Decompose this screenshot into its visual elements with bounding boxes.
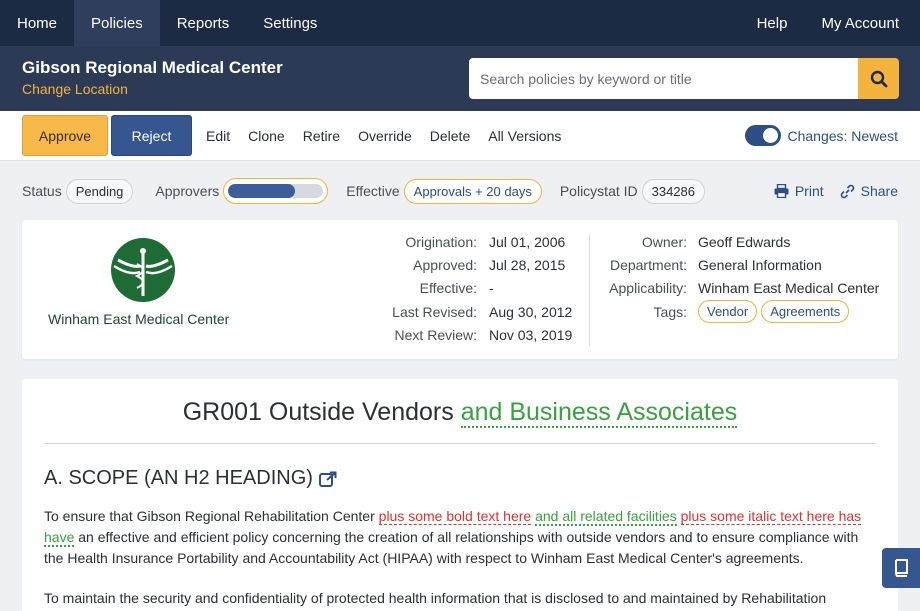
ownership-grid: Owner: Geoff Edwards Department: General I…: [592, 230, 879, 324]
tags-label: Tags:: [653, 303, 687, 320]
printer-icon: [774, 184, 789, 198]
scope-paragraph-2: To maintain the security and confidentia…: [44, 590, 827, 606]
changes-toggle[interactable]: Changes: Newest: [745, 125, 898, 146]
title-divider: [44, 443, 876, 444]
meta-divider: [589, 234, 590, 346]
logo-text: Winham East Medical Center: [48, 311, 230, 327]
next-review-label: Next Review:: [394, 327, 477, 344]
effective-badge[interactable]: Approvals + 20 days: [403, 178, 542, 204]
external-link-icon[interactable]: [318, 471, 337, 487]
nav-settings[interactable]: Settings: [246, 0, 334, 46]
site-header: Gibson Regional Medical Center Change Lo…: [0, 46, 920, 111]
share-link[interactable]: Share: [840, 183, 898, 199]
department-row: Department: General Information: [592, 253, 879, 276]
reject-button[interactable]: Reject: [111, 115, 192, 156]
search-button[interactable]: [858, 58, 899, 99]
status-badge: Pending: [65, 178, 134, 204]
origination-value: Jul 01, 2006: [489, 233, 566, 250]
policystat-label: Policystat ID: [559, 183, 638, 199]
nav-policies[interactable]: Policies: [74, 0, 160, 46]
tags-row: Tags: Vendor Agreements: [592, 300, 879, 324]
search-input[interactable]: [469, 58, 858, 99]
book-icon: [895, 559, 908, 577]
progress-track: [228, 184, 324, 198]
changes-label: Changes: Newest: [787, 127, 898, 144]
approved-value: Jul 28, 2015: [489, 257, 566, 274]
approved-label: Approved:: [413, 257, 477, 274]
applicability-row: Applicability: Winham East Medical Center: [592, 277, 879, 300]
progress-fill: [228, 184, 295, 198]
applicability-label: Applicability:: [609, 280, 687, 297]
tag-vendor[interactable]: Vendor: [698, 300, 758, 324]
next-review-value: Nov 03, 2019: [489, 327, 573, 344]
p1-deleted-1: plus some bold text here: [378, 508, 532, 525]
status-row: Status Pending Approvers Effective Appro…: [0, 177, 920, 205]
nav-help[interactable]: Help: [740, 0, 805, 46]
dates-grid: Origination: Jul 01, 2006 Approved: Jul 28…: [352, 230, 572, 347]
p1-inserted-2: have: [44, 529, 75, 547]
share-link-icon: [840, 184, 854, 198]
applicability-value: Winham East Medical Center: [698, 280, 880, 297]
status-actions: Print Share: [774, 183, 898, 199]
department-label: Department:: [609, 257, 687, 274]
all-versions-link[interactable]: All Versions: [488, 128, 561, 144]
policystat-id-badge: 334286: [641, 178, 706, 204]
owner-row: Owner: Geoff Edwards: [592, 230, 879, 253]
origination-label: Origination:: [405, 233, 477, 250]
override-link[interactable]: Override: [358, 128, 412, 144]
owner-label: Owner:: [641, 233, 687, 250]
title-base: GR001 Outside Vendors: [182, 398, 454, 426]
nav-reports[interactable]: Reports: [160, 0, 247, 46]
policy-document: GR001 Outside Vendors and Business Assoc…: [22, 379, 898, 611]
tag-agreements[interactable]: Agreements: [761, 300, 850, 324]
action-toolbar: Approve Reject Edit Clone Retire Overrid…: [0, 111, 920, 161]
top-nav: Home Policies Reports Settings Help My A…: [0, 0, 920, 46]
section-heading-text: A. SCOPE (AN H2 HEADING): [44, 467, 313, 489]
scope-paragraph-1: To ensure that Gibson Regional Rehabilit…: [44, 506, 880, 569]
effective-date-label: Effective:: [419, 280, 477, 297]
p1-start: To ensure that Gibson Regional Rehabilit…: [44, 508, 375, 524]
share-label: Share: [860, 183, 898, 199]
search-icon: [870, 70, 887, 87]
document-title: GR001 Outside Vendors and Business Assoc…: [22, 398, 898, 428]
nav-home[interactable]: Home: [0, 0, 74, 46]
approvers-label: Approvers: [155, 183, 220, 199]
approve-button[interactable]: Approve: [22, 115, 108, 156]
nav-right-group: Help My Account: [740, 0, 920, 46]
department-value: General Information: [698, 257, 822, 274]
side-panel-button[interactable]: [882, 548, 920, 588]
section-heading: A. SCOPE (AN H2 HEADING): [44, 467, 337, 490]
status-label: Status: [22, 183, 62, 199]
next-review-row: Next Review: Nov 03, 2019: [352, 324, 573, 347]
approvers-progress[interactable]: [223, 178, 329, 204]
effective-row: Effective: -: [352, 277, 572, 300]
organization-name: Gibson Regional Medical Center: [22, 58, 283, 77]
nav-my-account[interactable]: My Account: [804, 0, 920, 46]
origination-row: Origination: Jul 01, 2006: [352, 230, 572, 253]
clone-link[interactable]: Clone: [248, 128, 285, 144]
toggle-switch[interactable]: [745, 125, 782, 146]
search-bar: [469, 58, 899, 99]
p1-deleted-2: plus some italic text here has: [680, 508, 862, 525]
approved-row: Approved: Jul 28, 2015: [352, 253, 572, 276]
p1-rest: an effective and efficient policy concer…: [44, 529, 859, 566]
p1-inserted-1: and all related facilities: [535, 508, 677, 526]
title-inserted-text: and Business Associates: [460, 398, 738, 428]
delete-link[interactable]: Delete: [430, 128, 470, 144]
retire-link[interactable]: Retire: [303, 128, 340, 144]
edit-link[interactable]: Edit: [206, 128, 230, 144]
change-location-link[interactable]: Change Location: [22, 81, 128, 97]
policy-meta-card: Winham East Medical Center Origination: J…: [22, 220, 898, 359]
effective-label: Effective: [346, 183, 400, 199]
print-link[interactable]: Print: [774, 183, 824, 199]
last-revised-value: Aug 30, 2012: [489, 303, 573, 320]
tags-list: Vendor Agreements: [698, 300, 853, 324]
effective-date-value: -: [489, 280, 494, 297]
print-label: Print: [794, 183, 824, 199]
last-revised-row: Last Revised: Aug 30, 2012: [352, 300, 572, 323]
owner-value: Geoff Edwards: [698, 233, 791, 250]
last-revised-label: Last Revised:: [392, 303, 477, 320]
